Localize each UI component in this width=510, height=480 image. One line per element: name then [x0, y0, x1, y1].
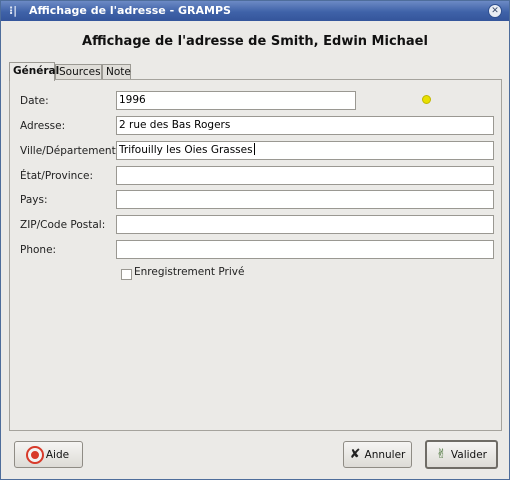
country-label: Pays:	[20, 194, 48, 206]
general-panel: Date: 1996 Adresse: 2 rue des Bas Rogers…	[9, 79, 502, 431]
city-field[interactable]: Trifouilly les Oies Grasses	[116, 141, 494, 160]
city-label: Ville/Département:	[20, 145, 120, 157]
handshake-icon: ✌	[436, 447, 447, 462]
help-button[interactable]: Aide	[14, 441, 83, 468]
lifebuoy-icon	[25, 445, 44, 464]
tab-note[interactable]: Note	[102, 64, 131, 79]
dialog-heading: Affichage de l'adresse de Smith, Edwin M…	[82, 34, 428, 49]
city-field-value: Trifouilly les Oies Grasses	[119, 144, 253, 156]
private-record-label[interactable]: Enregistrement Privé	[134, 266, 244, 278]
ok-button[interactable]: ✌ Valider	[425, 440, 498, 469]
text-cursor	[253, 143, 255, 155]
close-icon[interactable]: ✕	[488, 4, 502, 18]
title-bar[interactable]: ⁝| Affichage de l'adresse - GRAMPS ✕	[1, 1, 509, 21]
phone-label: Phone:	[20, 244, 57, 256]
state-field[interactable]	[116, 166, 494, 185]
date-field[interactable]: 1996	[116, 91, 356, 110]
address-label: Adresse:	[20, 120, 66, 132]
tab-sources[interactable]: Sources	[55, 64, 102, 79]
cancel-button[interactable]: ✘ Annuler	[343, 441, 412, 468]
window-menu-icon[interactable]: ⁝|	[9, 4, 17, 17]
tab-general[interactable]: Général	[9, 62, 59, 81]
ok-button-label: Valider	[450, 448, 487, 461]
zip-field[interactable]	[116, 215, 494, 234]
state-label: État/Province:	[20, 170, 94, 182]
dialog-window: ⁝| Affichage de l'adresse - GRAMPS ✕ Aff…	[0, 0, 510, 480]
country-field[interactable]	[116, 190, 494, 209]
help-button-label: Aide	[45, 448, 70, 461]
private-record-checkbox[interactable]	[121, 269, 132, 280]
zip-label: ZIP/Code Postal:	[20, 219, 106, 231]
cancel-button-label: Annuler	[364, 448, 406, 461]
window-title: Affichage de l'adresse - GRAMPS	[29, 4, 231, 17]
address-field[interactable]: 2 rue des Bas Rogers	[116, 116, 494, 135]
cancel-x-icon: ✘	[349, 447, 361, 462]
date-validity-indicator	[422, 95, 431, 104]
phone-field[interactable]	[116, 240, 494, 259]
date-label: Date:	[20, 95, 49, 107]
